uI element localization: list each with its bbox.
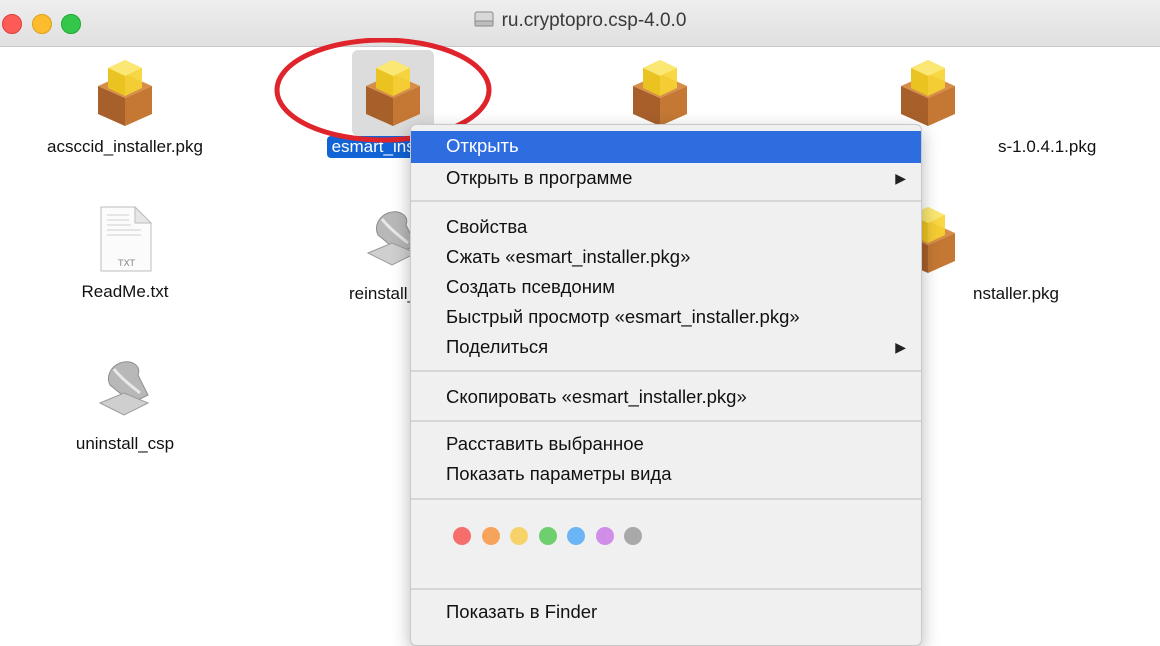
menu-separator	[411, 588, 921, 590]
submenu-arrow-icon: ▶	[895, 170, 906, 186]
submenu-arrow-icon: ▶	[895, 339, 906, 355]
menu-item-make-alias[interactable]: Создать псевдоним	[411, 272, 921, 302]
tag-green-dot[interactable]	[538, 527, 557, 545]
package-icon	[901, 60, 955, 126]
menu-item-get-info[interactable]: Свойства	[411, 212, 921, 242]
menu-separator	[411, 420, 921, 422]
tag-orange-dot[interactable]	[481, 527, 500, 545]
menu-separator	[411, 370, 921, 372]
window-title: ru.cryptopro.csp-4.0.0	[0, 9, 1160, 32]
script-icon	[98, 361, 150, 416]
window-title-text: ru.cryptopro.csp-4.0.0	[501, 10, 687, 31]
file-name: nstaller.pkg	[973, 284, 1059, 303]
window-title-bar[interactable]: ru.cryptopro.csp-4.0.0	[0, 0, 1160, 47]
package-icon	[633, 60, 687, 126]
file-name: acsccid_installer.pkg	[47, 137, 203, 156]
file-name: ReadMe.txt	[81, 282, 169, 301]
menu-separator	[411, 498, 921, 500]
menu-item-arrange[interactable]: Расставить выбранное	[411, 429, 921, 459]
menu-item-view-options[interactable]: Показать параметры вида	[411, 459, 921, 489]
tag-purple-dot[interactable]	[595, 527, 614, 545]
tag-gray-dot[interactable]	[624, 527, 642, 545]
menu-item-share[interactable]: Поделиться ▶	[411, 332, 921, 362]
file-item[interactable]: acsccid_installer.pkg	[15, 58, 235, 158]
menu-item-show-in-finder[interactable]: Показать в Finder	[411, 597, 921, 627]
menu-item-copy[interactable]: Скопировать «esmart_installer.pkg»	[411, 382, 921, 412]
menu-item-open[interactable]: Открыть	[411, 131, 921, 163]
context-menu: Открыть Открыть в программе ▶ Свойства С…	[410, 124, 922, 646]
package-icon	[98, 60, 152, 126]
file-item[interactable]: uninstall_csp	[15, 355, 235, 455]
file-name: s-1.0.4.1.pkg	[998, 137, 1097, 156]
txt-badge: TXT	[118, 259, 136, 269]
menu-item-open-with-label: Открыть в программе	[446, 167, 633, 188]
tag-colors-row	[453, 527, 653, 545]
file-name: uninstall_csp	[75, 434, 175, 453]
menu-item-quick-look[interactable]: Быстрый просмотр «esmart_installer.pkg»	[411, 302, 921, 332]
tag-yellow-dot[interactable]	[510, 527, 528, 545]
menu-item-compress[interactable]: Сжать «esmart_installer.pkg»	[411, 242, 921, 272]
file-item[interactable]: TXT ReadMe.txt	[15, 205, 235, 303]
package-icon	[366, 60, 420, 126]
menu-item-share-label: Поделиться	[446, 336, 549, 357]
menu-separator	[411, 200, 921, 202]
menu-item-open-with[interactable]: Открыть в программе ▶	[411, 163, 921, 193]
tag-blue-dot[interactable]	[567, 527, 585, 545]
tag-red-dot[interactable]	[453, 527, 471, 545]
disk-image-icon	[474, 11, 494, 27]
